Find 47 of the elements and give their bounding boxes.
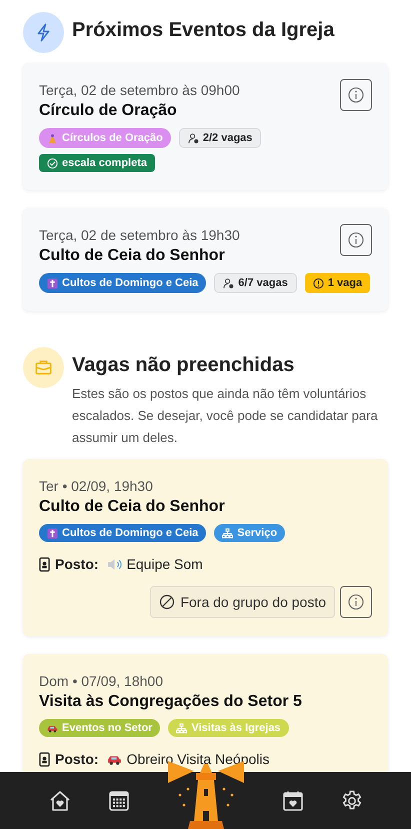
home-icon[interactable] xyxy=(48,788,72,812)
info-button[interactable] xyxy=(340,224,372,256)
lightning-icon xyxy=(23,12,64,53)
post-label: Posto: xyxy=(55,751,99,767)
category-tag: Cultos de Domingo e Ceia xyxy=(39,524,206,542)
info-icon xyxy=(348,594,364,610)
category-tag: Visitas às Igrejas xyxy=(168,719,289,737)
post-name: Obreiro Visita Neópolis xyxy=(126,751,270,767)
category-tag: Serviço xyxy=(214,524,286,542)
badge-icon xyxy=(39,752,50,766)
event-title: Culto de Ceia do Senhor xyxy=(39,498,225,516)
event-date: Terça, 02 de setembro às 19h30 xyxy=(39,227,240,243)
post-label: Posto: xyxy=(55,556,99,572)
person-icon xyxy=(223,278,234,288)
status-badge: 1 vaga xyxy=(304,273,370,293)
section-title: Vagas não preenchidas xyxy=(72,354,296,377)
event-title: Visita às Congregações do Setor 5 xyxy=(39,693,302,711)
hierarchy-icon xyxy=(222,528,234,538)
section-title: Próximos Eventos da Igreja xyxy=(72,19,334,42)
briefcase-icon xyxy=(23,347,64,388)
category-tag: Eventos no Setor xyxy=(39,719,160,737)
check-circle-icon xyxy=(47,158,58,168)
slots-badge: 2/2 vagas xyxy=(178,128,262,148)
event-title: Círculo de Oração xyxy=(39,102,178,120)
event-date: Ter • 02/09, 19h30 xyxy=(39,478,154,494)
alert-circle-icon xyxy=(312,278,324,288)
info-button[interactable] xyxy=(340,586,372,618)
event-title: Culto de Ceia do Senhor xyxy=(39,247,226,265)
cross-icon xyxy=(47,528,58,538)
category-tag: Cultos de Domingo e Ceia xyxy=(39,273,206,293)
status-badge: escala completa xyxy=(39,154,155,172)
info-icon xyxy=(348,87,364,103)
category-tag: Círculos de Oração xyxy=(39,128,171,148)
section-description: Estes são os postos que ainda não têm voluntários escalados. Se desejar, você pode se candidatar para assumir um deles. xyxy=(72,385,379,447)
hierarchy-icon xyxy=(176,722,188,734)
calendar-grid-icon[interactable] xyxy=(106,788,130,812)
info-icon xyxy=(348,232,364,248)
info-button[interactable] xyxy=(340,79,372,111)
ban-icon xyxy=(159,594,176,610)
speaker-icon xyxy=(106,558,122,570)
event-date: Dom • 07/09, 18h00 xyxy=(39,673,164,689)
post-name: Equipe Som xyxy=(126,556,203,572)
badge-icon xyxy=(39,556,50,572)
slots-badge: 6/7 vagas xyxy=(214,273,297,293)
event-date: Terça, 02 de setembro às 09h00 xyxy=(39,82,240,98)
person-icon xyxy=(188,132,199,144)
cross-icon xyxy=(47,278,58,288)
